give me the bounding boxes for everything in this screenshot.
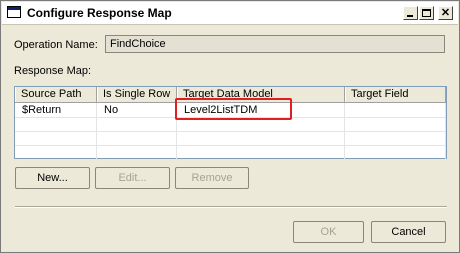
cell-empty[interactable] bbox=[177, 131, 345, 145]
configure-response-map-dialog: Configure Response Map ✕ Operation Name:… bbox=[0, 0, 460, 253]
cell-empty[interactable] bbox=[97, 117, 177, 131]
new-button[interactable]: New... bbox=[15, 167, 90, 189]
edit-button[interactable]: Edit... bbox=[95, 167, 170, 189]
table-row[interactable] bbox=[15, 131, 446, 146]
maximize-icon bbox=[422, 9, 431, 17]
column-header-source-path[interactable]: Source Path bbox=[15, 87, 97, 102]
remove-button[interactable]: Remove bbox=[175, 167, 249, 189]
close-button[interactable]: ✕ bbox=[438, 6, 453, 20]
cancel-button[interactable]: Cancel bbox=[371, 221, 446, 243]
operation-name-label: Operation Name: bbox=[14, 39, 98, 51]
table-row[interactable] bbox=[15, 145, 446, 159]
cell-empty[interactable] bbox=[177, 145, 345, 159]
ok-button[interactable]: OK bbox=[293, 221, 364, 243]
column-header-is-single-row[interactable]: Is Single Row bbox=[97, 87, 177, 102]
highlight-annotation bbox=[175, 98, 292, 120]
cell-empty[interactable] bbox=[345, 117, 446, 131]
cell-empty[interactable] bbox=[345, 131, 446, 145]
minimize-button[interactable] bbox=[403, 6, 418, 20]
window-title: Configure Response Map bbox=[27, 6, 172, 20]
minimize-icon bbox=[407, 15, 413, 17]
response-map-label: Response Map: bbox=[14, 65, 92, 77]
title-bar[interactable]: Configure Response Map ✕ bbox=[2, 2, 458, 25]
column-header-target-field[interactable]: Target Field bbox=[345, 87, 446, 102]
cell-empty[interactable] bbox=[97, 131, 177, 145]
response-map-table: Source Path Is Single Row Target Data Mo… bbox=[14, 86, 447, 159]
window-icon bbox=[7, 6, 21, 18]
maximize-button[interactable] bbox=[419, 6, 434, 20]
operation-name-field: FindChoice bbox=[105, 35, 445, 53]
cell-empty[interactable] bbox=[97, 145, 177, 159]
cell-empty[interactable] bbox=[15, 145, 97, 159]
cell-empty[interactable] bbox=[15, 131, 97, 145]
cell-empty[interactable] bbox=[15, 117, 97, 131]
cell-source-path[interactable]: $Return bbox=[15, 103, 97, 117]
separator bbox=[15, 206, 447, 208]
cell-target-field[interactable] bbox=[345, 103, 446, 117]
cell-is-single-row[interactable]: No bbox=[97, 103, 177, 117]
cell-empty[interactable] bbox=[345, 145, 446, 159]
close-icon: ✕ bbox=[440, 7, 451, 19]
